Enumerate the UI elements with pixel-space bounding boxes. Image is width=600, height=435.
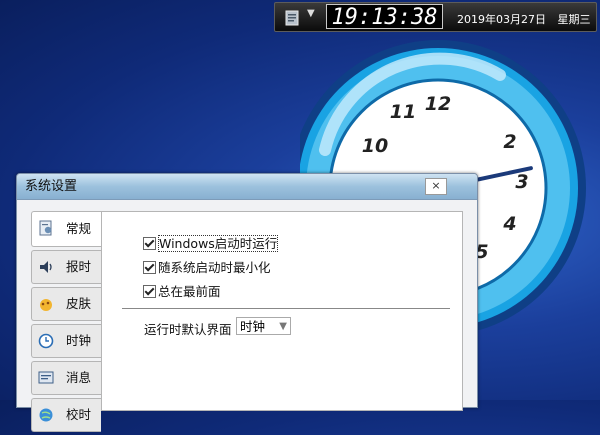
settings-page-icon (39, 220, 52, 236)
message-icon (38, 371, 54, 384)
checkbox-checked-icon[interactable] (143, 237, 156, 250)
general-settings-panel: Windows启动时运行 随系统启动时最小化 总在最前面 运行时默认界面 时钟 … (101, 211, 463, 411)
speaker-icon (40, 261, 52, 273)
weekday-text: 星期三 (557, 13, 591, 26)
numeral-3: 3 (515, 171, 528, 193)
default-view-select[interactable]: 时钟 ▼ (236, 317, 291, 335)
digital-clock-bar: ▼ 19:13:38 2019年03月27日 星期三 (274, 2, 597, 32)
option-minimize-on-startup[interactable]: 随系统启动时最小化 (143, 257, 271, 276)
window-title: 系统设置 (25, 179, 78, 194)
option-label: 随系统启动时最小化 (158, 260, 271, 275)
tab-label: 皮肤 (66, 296, 92, 311)
tab-sync[interactable]: 校时 (31, 398, 101, 432)
clock-icon (38, 333, 54, 349)
tab-label: 时钟 (66, 333, 92, 348)
window-titlebar[interactable]: 系统设置 × (17, 174, 477, 200)
tab-clock[interactable]: 时钟 (31, 324, 101, 358)
tab-label: 校时 (66, 407, 92, 422)
separator (122, 308, 450, 309)
option-always-on-top[interactable]: 总在最前面 (143, 281, 221, 300)
globe-icon (39, 408, 53, 422)
numeral-4: 4 (502, 213, 516, 235)
default-view-label: 运行时默认界面 (144, 322, 232, 337)
numeral-11: 11 (390, 101, 416, 123)
tab-label: 报时 (66, 259, 92, 274)
chevron-down-icon[interactable]: ▼ (279, 318, 287, 336)
skin-icon (40, 299, 52, 311)
date-display: 2019年03月27日 星期三 (457, 11, 591, 27)
tab-label: 消息 (66, 370, 92, 385)
option-label: 总在最前面 (158, 284, 221, 299)
tab-skin[interactable]: 皮肤 (31, 287, 101, 321)
checkbox-checked-icon[interactable] (143, 285, 156, 298)
option-label: Windows启动时运行 (158, 235, 279, 252)
tab-message[interactable]: 消息 (31, 361, 101, 395)
numeral-10: 10 (362, 135, 388, 157)
numeral-12: 12 (425, 93, 451, 115)
numeral-2: 2 (503, 131, 516, 153)
checkbox-checked-icon[interactable] (143, 261, 156, 274)
tab-chime[interactable]: 报时 (31, 250, 101, 284)
option-run-on-startup[interactable]: Windows启动时运行 (143, 233, 279, 252)
settings-tabs: 常规 报时 皮肤 时钟 消息 校时 (31, 211, 102, 435)
document-icon[interactable] (285, 10, 299, 26)
tab-label: 常规 (66, 221, 92, 236)
date-text: 2019年03月27日 (457, 13, 546, 26)
tab-general[interactable]: 常规 (31, 211, 102, 247)
caret-down-icon[interactable]: ▼ (307, 8, 315, 19)
digital-time: 19:13:38 (326, 4, 443, 30)
select-value: 时钟 (240, 319, 266, 334)
settings-window: 系统设置 × 常规 报时 皮肤 时钟 消息 校时 Windows启动时运行 随系… (16, 173, 478, 432)
close-button[interactable]: × (425, 178, 447, 195)
